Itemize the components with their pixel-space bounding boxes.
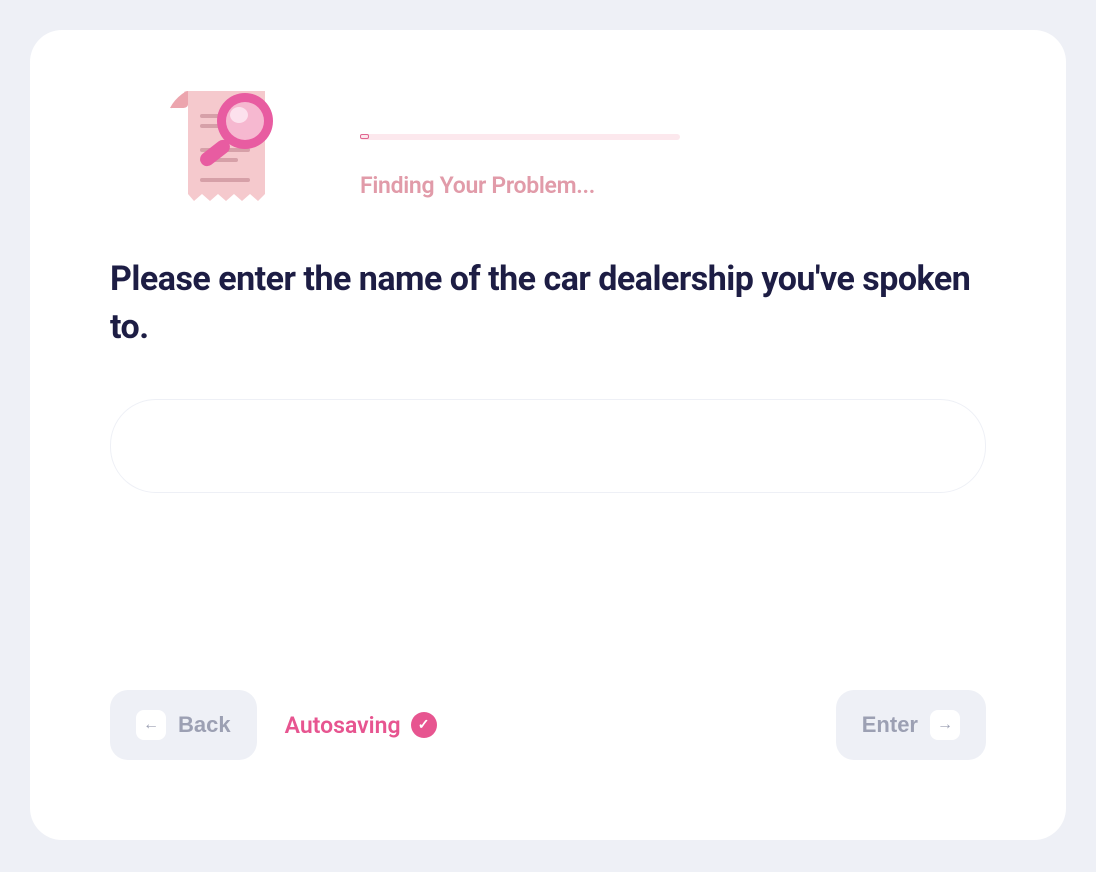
- header-section: Finding Your Problem...: [110, 86, 986, 206]
- enter-button[interactable]: Enter →: [836, 690, 986, 760]
- progress-bar-fill: [360, 134, 369, 139]
- progress-section: Finding Your Problem...: [360, 86, 986, 199]
- form-card: Finding Your Problem... Please enter the…: [30, 30, 1066, 840]
- footer-left: ← Back Autosaving ✓: [110, 690, 437, 760]
- question-title: Please enter the name of the car dealers…: [110, 256, 986, 351]
- check-circle-icon: ✓: [411, 712, 437, 738]
- enter-button-label: Enter: [862, 712, 918, 738]
- back-button-label: Back: [178, 712, 231, 738]
- autosaving-status: Autosaving ✓: [285, 712, 437, 739]
- autosaving-label: Autosaving: [285, 712, 401, 739]
- footer-section: ← Back Autosaving ✓ Enter →: [110, 690, 986, 760]
- progress-bar: [360, 134, 680, 140]
- document-search-icon: [160, 86, 280, 206]
- arrow-right-icon: →: [930, 710, 960, 740]
- arrow-left-icon: ←: [136, 710, 166, 740]
- dealership-name-input[interactable]: [110, 399, 986, 493]
- progress-label: Finding Your Problem...: [360, 172, 986, 199]
- back-button[interactable]: ← Back: [110, 690, 257, 760]
